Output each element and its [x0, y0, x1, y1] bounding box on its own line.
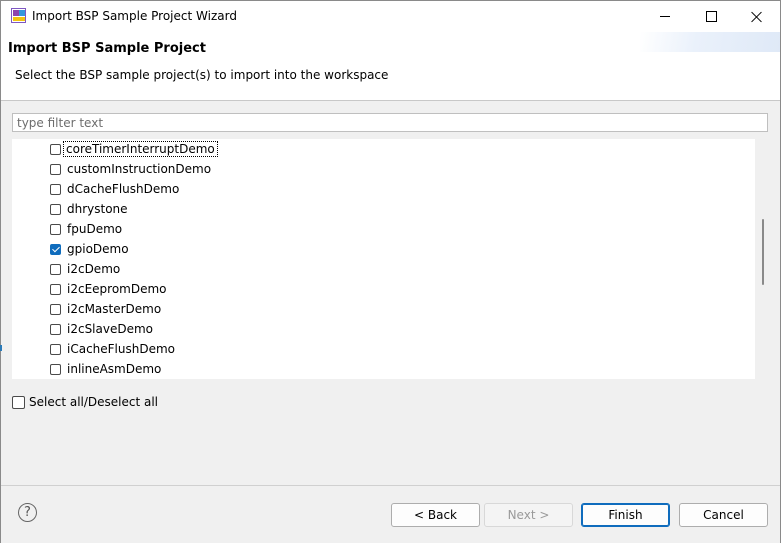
list-item-label: i2cSlaveDemo [67, 322, 154, 336]
list-item-label: dhrystone [67, 202, 128, 216]
checkbox-icon[interactable] [50, 363, 61, 375]
list-item[interactable]: dhrystone [50, 199, 128, 219]
list-item-label: inlineAsmDemo [67, 362, 162, 376]
minimize-button[interactable] [642, 1, 688, 32]
list-item[interactable]: customInstructionDemo [50, 159, 211, 179]
wizard-window: Import BSP Sample Project Wizard Import … [0, 0, 781, 543]
checkbox-icon[interactable] [50, 263, 61, 275]
list-item-label: fpuDemo [67, 222, 123, 236]
list-item[interactable]: coreTimerInterruptDemo [50, 139, 218, 159]
window-title: Import BSP Sample Project Wizard [32, 9, 237, 23]
checkbox-icon[interactable] [50, 323, 61, 335]
app-icon [11, 8, 26, 23]
list-item[interactable]: i2cEepromDemo [50, 279, 167, 299]
close-button[interactable] [734, 1, 780, 32]
banner-decoration [640, 32, 780, 52]
button-bar: ? < Back Next > Finish Cancel [1, 485, 780, 543]
back-button[interactable]: < Back [391, 503, 480, 527]
cancel-button[interactable]: Cancel [679, 503, 768, 527]
list-item[interactable]: i2cMasterDemo [50, 299, 161, 319]
page-description: Select the BSP sample project(s) to impo… [15, 68, 389, 82]
list-item-label: customInstructionDemo [67, 162, 212, 176]
minimize-icon [660, 16, 670, 17]
checkbox-icon[interactable] [50, 223, 61, 235]
next-button[interactable]: Next > [484, 503, 573, 527]
list-item[interactable]: i2cDemo [50, 259, 120, 279]
checkbox-icon[interactable] [50, 143, 61, 155]
scrollbar-thumb[interactable] [762, 219, 764, 285]
list-item[interactable]: i2cSlaveDemo [50, 319, 153, 339]
maximize-button[interactable] [688, 1, 734, 32]
list-item-label: i2cDemo [67, 262, 121, 276]
list-item[interactable]: iCacheFlushDemo [50, 339, 175, 359]
list-item[interactable]: gpioDemo [50, 239, 129, 259]
checkbox-icon[interactable] [50, 303, 61, 315]
select-all-checkbox[interactable]: Select all/Deselect all [12, 395, 158, 409]
list-item[interactable]: fpuDemo [50, 219, 122, 239]
list-item-label: gpioDemo [67, 242, 129, 256]
select-all-label: Select all/Deselect all [29, 395, 159, 409]
help-icon[interactable]: ? [18, 503, 37, 522]
list-item-label: i2cEepromDemo [67, 282, 167, 296]
list-item-label: dCacheFlushDemo [67, 182, 180, 196]
list-scrollbar[interactable] [755, 139, 770, 379]
list-item[interactable]: dCacheFlushDemo [50, 179, 179, 199]
checkbox-icon[interactable] [50, 163, 61, 175]
checkbox-icon[interactable] [50, 203, 61, 215]
checkbox-icon[interactable] [50, 283, 61, 295]
checkbox-icon[interactable] [12, 395, 25, 409]
edge-marker [0, 345, 2, 351]
list-item-label: i2cMasterDemo [67, 302, 162, 316]
list-item-label: coreTimerInterruptDemo [63, 141, 218, 157]
wizard-header: Import BSP Sample Project Select the BSP… [1, 32, 780, 101]
maximize-icon [705, 11, 717, 22]
finish-button[interactable]: Finish [581, 503, 670, 527]
checkbox-icon[interactable] [50, 343, 61, 355]
list-item[interactable]: inlineAsmDemo [50, 359, 161, 379]
page-title: Import BSP Sample Project [8, 41, 206, 56]
project-list[interactable]: coreTimerInterruptDemo customInstructionD… [12, 139, 755, 379]
title-bar[interactable]: Import BSP Sample Project Wizard [1, 1, 780, 32]
close-icon [751, 11, 763, 23]
checkbox-icon[interactable] [50, 183, 61, 195]
filter-input[interactable] [12, 113, 768, 132]
checkbox-checked-icon[interactable] [50, 243, 61, 255]
list-item-label: iCacheFlushDemo [67, 342, 176, 356]
